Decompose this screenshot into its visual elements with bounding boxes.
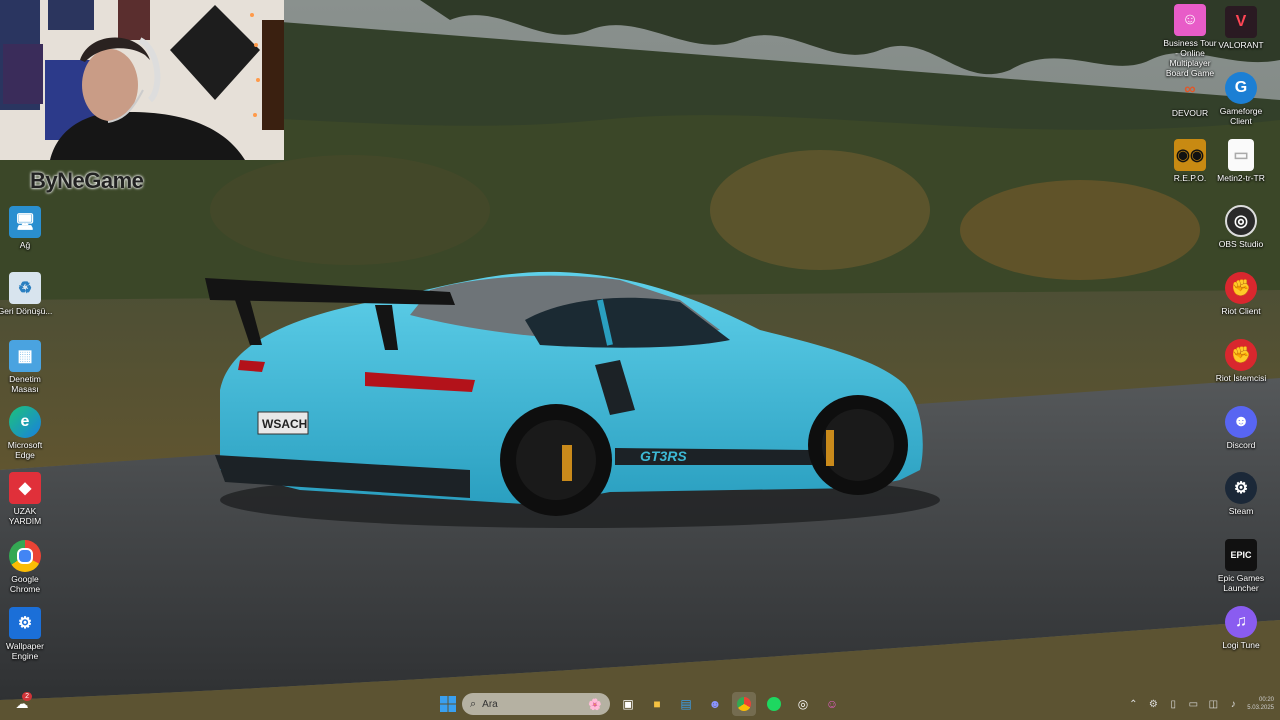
desktop-icon-label: Epic Games Launcher	[1217, 573, 1265, 593]
desktop-icon-label: Ağ	[19, 240, 31, 250]
desktop-icon-wallpaper-engine[interactable]: ⚙ Wallpaper Engine	[0, 607, 53, 661]
display-tray-icon[interactable]: ▭	[1187, 698, 1199, 710]
business-tour-icon: ☺	[825, 697, 839, 711]
logi-tune-icon: ♫	[1225, 606, 1257, 638]
desktop-icon-label: UZAK YARDIM	[8, 506, 42, 526]
desktop-icon-label: Riot İstemcisi	[1215, 373, 1267, 383]
desktop-icon-discord[interactable]: ☻ Discord	[1213, 406, 1269, 450]
wallpaper-engine-icon: ⚙	[9, 607, 41, 639]
desktop-icon-edge[interactable]: e Microsoft Edge	[0, 406, 53, 460]
folder-icon: ■	[653, 697, 661, 711]
desktop-icon-label: DEVOUR	[1171, 108, 1209, 118]
steam-icon: ⚙	[1225, 472, 1257, 504]
chrome-taskbar-button[interactable]	[732, 692, 756, 716]
desktop-icon-label: R.E.P.O.	[1173, 173, 1207, 183]
webcam-overlay	[0, 0, 284, 160]
repo-icon: ◉◉	[1174, 139, 1206, 171]
desktop-icon-riot-istemcisi[interactable]: ✊ Riot İstemcisi	[1213, 339, 1269, 383]
desktop-icon-label: Gameforge Client	[1219, 106, 1263, 126]
widgets-button[interactable]: ☁ 2	[10, 692, 34, 716]
volume-icon[interactable]: ♪	[1227, 698, 1239, 710]
task-view-icon: ▣	[622, 697, 634, 711]
desktop-icon-valorant[interactable]: V VALORANT	[1213, 6, 1269, 50]
app-taskbar-button[interactable]: ☺	[820, 692, 844, 716]
taskbar-search[interactable]: ⌕ Ara 🌸	[462, 693, 610, 715]
discord-taskbar-button[interactable]: ☻	[703, 692, 727, 716]
file-icon: ▭	[1228, 139, 1254, 171]
desktop-icon-devour[interactable]: ∞ DEVOUR	[1162, 74, 1218, 118]
desktop-icon-gameforge[interactable]: G Gameforge Client	[1213, 72, 1269, 126]
file-explorer-button[interactable]: ■	[645, 692, 669, 716]
notification-badge: 2	[22, 692, 32, 701]
network-icon: 🖥	[9, 206, 41, 238]
riot-istemcisi-icon: ✊	[1225, 339, 1257, 371]
obs-icon: ◎	[1225, 205, 1257, 237]
desktop-icon-metin2[interactable]: ▭ Metin2-tr-TR	[1213, 139, 1269, 183]
desktop-icon-control-panel[interactable]: ▦ Denetim Masası	[0, 340, 53, 394]
obs-taskbar-button[interactable]: ◎	[791, 692, 815, 716]
desktop-icon-label: Steam	[1228, 506, 1254, 516]
desktop-icon-label: Metin2-tr-TR	[1217, 173, 1265, 183]
system-tray: ⌃ ⚙ ▯ ▭ ◫ ♪ 00:20 5.03.2025	[1127, 688, 1274, 720]
desktop-icon-obs[interactable]: ◎ OBS Studio	[1213, 205, 1269, 249]
license-plate: WSACH	[262, 417, 307, 431]
spotify-button[interactable]	[762, 692, 786, 716]
business-tour-icon: ☺	[1174, 4, 1206, 36]
desktop-icon-label: Geri Dönüşü...	[0, 306, 53, 316]
clock[interactable]: 00:20 5.03.2025	[1247, 696, 1274, 712]
model-decal: GT3RS	[640, 448, 687, 464]
network-tray-icon[interactable]: ◫	[1207, 698, 1219, 710]
steam-tray-icon[interactable]: ⚙	[1147, 698, 1159, 710]
recycle-bin-icon: ♻	[9, 272, 41, 304]
chrome-icon	[9, 540, 41, 572]
taskbar: ☁ 2 ⌕ Ara 🌸 ▣ ■ ▤ ☻ ◎ ☺ ⌃ ⚙ ▯ ▭ ◫ ♪ 00:2…	[0, 688, 1280, 720]
desktop-icon-label: Discord	[1226, 440, 1256, 450]
channel-watermark: ByNeGame	[30, 168, 144, 193]
spotify-icon	[767, 697, 781, 711]
riot-client-icon: ✊	[1225, 272, 1257, 304]
control-panel-icon: ▦	[9, 340, 41, 372]
usb-tray-icon[interactable]: ▯	[1167, 698, 1179, 710]
desktop-icon-chrome[interactable]: Google Chrome	[0, 540, 53, 594]
chrome-icon	[737, 697, 751, 711]
desktop-icon-steam[interactable]: ⚙ Steam	[1213, 472, 1269, 516]
remote-help-icon: ◆	[9, 472, 41, 504]
devour-icon: ∞	[1184, 81, 1196, 98]
desktop-icon-label: Business Tour - Online Multiplayer Board…	[1163, 38, 1217, 78]
show-hidden-icons-icon[interactable]: ⌃	[1127, 698, 1139, 710]
discord-icon: ☻	[708, 697, 722, 711]
desktop-icon-riot-client[interactable]: ✊ Riot Client	[1213, 272, 1269, 316]
obs-icon: ◎	[797, 697, 809, 711]
desktop-icon-label: Microsoft Edge	[7, 440, 43, 460]
desktop-icon-network[interactable]: 🖥 Ağ	[0, 206, 53, 250]
search-highlight-icon: 🌸	[588, 698, 602, 711]
desktop-icon-label: Wallpaper Engine	[6, 641, 44, 661]
store-button[interactable]: ▤	[674, 692, 698, 716]
valorant-icon: V	[1225, 6, 1257, 38]
search-placeholder: Ara	[482, 698, 498, 710]
discord-icon: ☻	[1225, 406, 1257, 438]
desktop-icon-label: Denetim Masası	[9, 374, 41, 394]
clock-time: 00:20	[1258, 697, 1274, 703]
desktop-icon-label: Google Chrome	[9, 574, 41, 594]
desktop-icon-repo[interactable]: ◉◉ R.E.P.O.	[1162, 139, 1218, 183]
desktop-icon-business-tour[interactable]: ☺ Business Tour - Online Multiplayer Boa…	[1162, 4, 1218, 78]
desktop-icon-label: OBS Studio	[1218, 239, 1264, 249]
desktop-icon-label: Riot Client	[1221, 306, 1261, 316]
desktop-icon-logi-tune[interactable]: ♫ Logi Tune	[1213, 606, 1269, 650]
desktop-icon-label: Logi Tune	[1222, 640, 1260, 650]
desktop-icon-recycle-bin[interactable]: ♻ Geri Dönüşü...	[0, 272, 53, 316]
search-icon: ⌕	[470, 697, 477, 710]
desktop-icon-epic-games[interactable]: EPIC Epic Games Launcher	[1213, 539, 1269, 593]
desktop-icon-label: VALORANT	[1218, 40, 1264, 50]
clock-date: 5.03.2025	[1247, 705, 1274, 711]
epic-games-icon: EPIC	[1225, 539, 1257, 571]
gameforge-icon: G	[1225, 72, 1257, 104]
desktop-icon-remote-help[interactable]: ◆ UZAK YARDIM	[0, 472, 53, 526]
windows-logo-icon	[440, 696, 456, 712]
start-button[interactable]	[436, 692, 460, 716]
edge-icon: e	[9, 406, 41, 438]
store-icon: ▤	[680, 697, 692, 711]
task-view-button[interactable]: ▣	[616, 692, 640, 716]
